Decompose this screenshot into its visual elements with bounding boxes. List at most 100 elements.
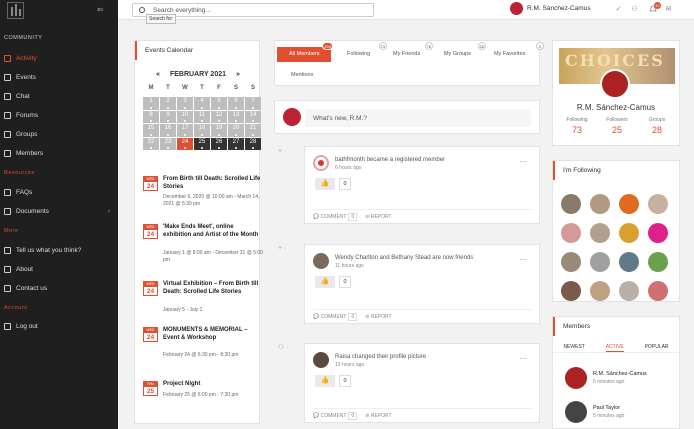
sidebar-item-documents[interactable]: Documents › (4, 206, 116, 217)
tab-mentions[interactable]: Mentions (279, 68, 329, 83)
calendar-day[interactable]: 13 (228, 110, 244, 124)
calendar-day[interactable]: 12 (211, 110, 227, 124)
sidebar-item-groups[interactable]: Groups (4, 129, 116, 140)
next-month-button[interactable]: » (236, 71, 240, 78)
following-avatar[interactable] (619, 194, 639, 214)
sidebar-item-contact[interactable]: Contact us (4, 283, 116, 294)
following-avatar[interactable] (590, 252, 610, 272)
following-avatar[interactable] (648, 223, 668, 243)
calendar-day[interactable]: 25 (194, 137, 210, 150)
calendar-day[interactable]: 17 (177, 124, 193, 137)
following-avatar[interactable] (648, 252, 668, 272)
event-title[interactable]: MONUMENTS & MEMORIAL – Event & Workshop (163, 327, 263, 342)
report-button[interactable]: ⊘ REPORT (365, 413, 391, 419)
sidebar-item-events[interactable]: Events (4, 72, 116, 83)
following-avatar[interactable] (619, 223, 639, 243)
following-avatar[interactable] (590, 194, 610, 214)
member-item[interactable]: Paul Taylor 5 minutes ago (565, 401, 675, 425)
sidebar-item-forums[interactable]: Forums (4, 110, 116, 121)
member-item[interactable]: R.M. Sánchez-Camus 5 minutes ago (565, 367, 675, 391)
calendar-day[interactable]: 9 (160, 110, 176, 124)
calendar-day[interactable]: 11 (194, 110, 210, 124)
tab-my-groups[interactable]: My Groups 28 (432, 42, 486, 62)
tab-my-favorites[interactable]: My Favorites 2 (482, 42, 544, 62)
profile-avatar[interactable] (600, 69, 630, 99)
tab-newest[interactable]: NEWEST (563, 341, 584, 352)
event-title[interactable]: From Birth till Death: Scrolled Life Sto… (163, 176, 263, 191)
calendar-day[interactable]: 16 (160, 124, 176, 137)
event-title[interactable]: 'Make Ends Meet', online exhibition and … (163, 224, 263, 239)
menu-toggle-icon[interactable]: ⇐ (97, 6, 107, 14)
stat-following[interactable]: Following 73 (557, 117, 597, 135)
following-avatar[interactable] (619, 281, 639, 301)
following-avatar[interactable] (561, 252, 581, 272)
more-icon[interactable]: ··· (519, 157, 527, 166)
following-avatar[interactable] (561, 194, 581, 214)
calendar-day[interactable]: 4 (194, 97, 210, 110)
calendar-day[interactable]: 2 (160, 97, 176, 110)
avatar[interactable] (313, 155, 329, 171)
stat-groups[interactable]: Groups 28 (637, 117, 677, 135)
like-button[interactable]: 👍 (315, 276, 335, 288)
sidebar-item-activity[interactable]: Activity (4, 53, 116, 64)
profile-name[interactable]: R.M. Sánchez-Camus (553, 103, 679, 112)
event-item[interactable]: WED 24 MONUMENTS & MEMORIAL – Event & Wor… (143, 327, 261, 367)
tab-my-friends[interactable]: My Friends 76 (381, 42, 433, 62)
calendar-day[interactable]: 7 (245, 97, 261, 110)
following-avatar[interactable] (648, 194, 668, 214)
sidebar-item-faqs[interactable]: FAQs (4, 187, 116, 198)
stat-followers[interactable]: Followers 25 (597, 117, 637, 135)
event-item[interactable]: WED 24 From Birth till Death: Scrolled Li… (143, 176, 261, 216)
calendar-day[interactable]: 24 (177, 137, 193, 150)
tab-popular[interactable]: POPULAR (645, 341, 669, 352)
following-avatar[interactable] (561, 281, 581, 301)
sidebar-item-members[interactable]: Members (4, 148, 116, 159)
report-button[interactable]: ⊘ REPORT (365, 214, 391, 220)
following-avatar[interactable] (590, 281, 610, 301)
event-item[interactable]: WED 24 'Make Ends Meet', online exhibitio… (143, 224, 263, 274)
calendar-day[interactable]: 10 (177, 110, 193, 124)
calendar-day[interactable]: 5 (211, 97, 227, 110)
following-avatar[interactable] (619, 252, 639, 272)
calendar-day[interactable]: 28 (245, 137, 261, 150)
tab-active[interactable]: ACTIVE (605, 341, 624, 352)
calendar-day[interactable]: 18 (194, 124, 210, 137)
calendar-day[interactable]: 6 (228, 97, 244, 110)
calendar-day[interactable]: 26 (211, 137, 227, 150)
status-input[interactable]: What's new, R.M.? (305, 109, 531, 127)
avatar[interactable] (313, 253, 329, 269)
site-logo[interactable] (7, 2, 24, 19)
comment-button[interactable]: 💬 COMMENT 0 (313, 412, 358, 420)
comment-button[interactable]: 💬 COMMENT 0 (313, 213, 358, 221)
calendar-day[interactable]: 14 (245, 110, 261, 124)
comment-button[interactable]: 💬 COMMENT 0 (313, 313, 358, 321)
calendar-day[interactable]: 8 (143, 110, 159, 124)
event-title[interactable]: Virtual Exhibition – From Birth till Dea… (163, 281, 263, 296)
more-icon[interactable]: ··· (519, 354, 527, 363)
sidebar-item-feedback[interactable]: Tell us what you think? (4, 245, 116, 256)
report-button[interactable]: ⊘ REPORT (365, 314, 391, 320)
event-title[interactable]: Project Night (163, 381, 263, 389)
calendar-day[interactable]: 20 (228, 124, 244, 137)
calendar-day[interactable]: 21 (245, 124, 261, 137)
more-icon[interactable]: ··· (519, 255, 527, 264)
user-menu[interactable]: R.M. Sánchez-Camus (510, 2, 591, 15)
sidebar-item-logout[interactable]: Log out (4, 321, 116, 332)
avatar[interactable] (313, 352, 329, 368)
calendar-day[interactable]: 23 (160, 137, 176, 150)
calendar-day[interactable]: 19 (211, 124, 227, 137)
sidebar-item-chat[interactable]: Chat (4, 91, 116, 102)
check-icon[interactable]: ✓ (614, 5, 623, 14)
calendar-day[interactable]: 1 (143, 97, 159, 110)
following-avatar[interactable] (590, 223, 610, 243)
sidebar-item-about[interactable]: About (4, 264, 116, 275)
tab-following[interactable]: Following 73 (335, 42, 387, 62)
like-button[interactable]: 👍 (315, 178, 335, 190)
like-button[interactable]: 👍 (315, 375, 335, 387)
event-item[interactable]: THU 25 Project Night February 25 @ 6:00 p… (143, 381, 261, 411)
calendar-day[interactable]: 15 (143, 124, 159, 137)
following-avatar[interactable] (648, 281, 668, 301)
users-icon[interactable]: ⚇ (630, 5, 639, 14)
following-avatar[interactable] (561, 223, 581, 243)
calendar-day[interactable]: 22 (143, 137, 159, 150)
